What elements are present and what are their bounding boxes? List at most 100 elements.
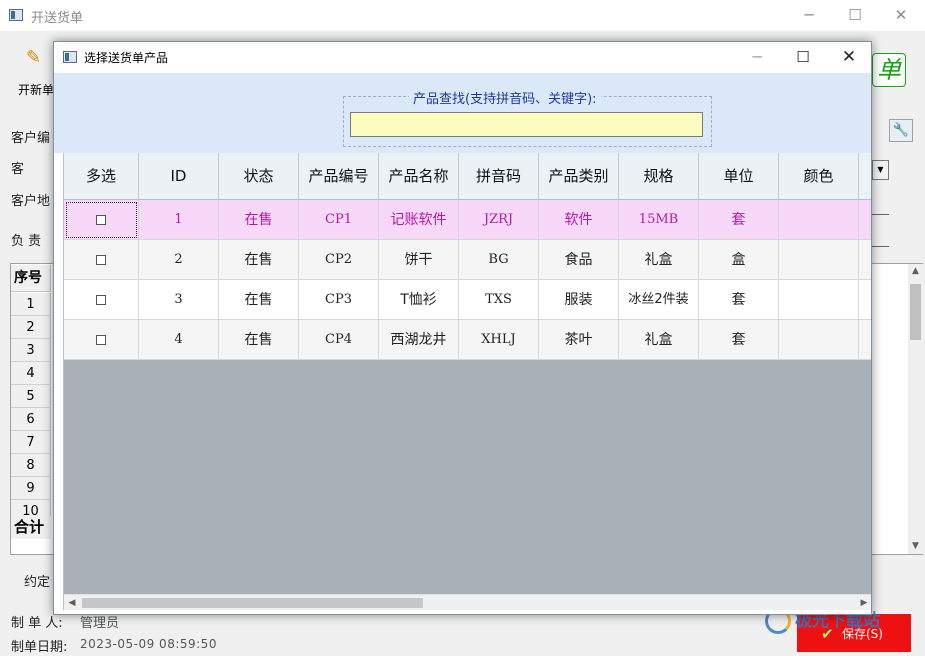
row-checkbox[interactable]	[96, 335, 106, 345]
table-row[interactable]: 4 在售 CP4 西湖龙井 XHLJ 茶叶 礼盒 套	[64, 320, 871, 360]
grid-header: 多选 ID 状态 产品编号 产品名称 拼音码 产品类别 规格 单位 颜色	[64, 153, 871, 200]
row-number: 5	[11, 385, 51, 408]
main-window-title: 开送货单	[31, 11, 84, 26]
app-window-icon	[9, 9, 23, 21]
code-cell: CP2	[299, 240, 379, 280]
agreed-label: 约定	[24, 575, 51, 590]
pinyin-cell: TXS	[459, 280, 539, 320]
grid-horizontal-scrollbar[interactable]: ◀ ▶	[64, 594, 871, 610]
person-in-charge-label: 负 责	[11, 234, 42, 249]
customer-address-label: 客户地	[11, 194, 51, 209]
category-cell: 软件	[539, 200, 619, 240]
scroll-up-icon[interactable]: ▲	[908, 264, 923, 279]
scroll-right-icon[interactable]: ▶	[856, 595, 871, 610]
color-cell	[779, 320, 859, 360]
customer-code-label: 客户编	[11, 131, 51, 146]
multiselect-cell[interactable]	[64, 200, 139, 240]
main-close-button[interactable]: ✕	[878, 4, 924, 28]
multiselect-cell[interactable]	[64, 320, 139, 360]
color-cell	[779, 240, 859, 280]
status-cell: 在售	[219, 320, 299, 360]
total-label: 合计	[11, 516, 51, 539]
search-label: 产品查找(支持拼音码、关键字):	[409, 88, 601, 107]
column-header-spec[interactable]: 规格	[619, 153, 699, 200]
column-header-unit[interactable]: 单位	[699, 153, 779, 200]
pinyin-cell: XHLJ	[459, 320, 539, 360]
dialog-maximize-button[interactable]: ☐	[780, 45, 826, 71]
table-row[interactable]: 3 在售 CP3 T恤衫 TXS 服装 冰丝2件装 套	[64, 280, 871, 320]
customer-label: 客	[11, 162, 25, 177]
column-header-id[interactable]: ID	[139, 153, 219, 200]
name-cell: 饼干	[379, 240, 459, 280]
row-number: 4	[11, 362, 51, 385]
customer-dropdown-button[interactable]: ▼	[872, 160, 889, 180]
row-number: 9	[11, 477, 51, 500]
scroll-down-icon[interactable]: ▼	[908, 539, 923, 554]
select-products-dialog: 选择送货单产品 ─ ☐ ✕ 产品查找(支持拼音码、关键字): 多选 ID 状态 …	[53, 41, 872, 615]
overflow-cell	[859, 200, 871, 240]
code-cell: CP1	[299, 200, 379, 240]
multiselect-cell[interactable]	[64, 240, 139, 280]
spec-cell: 15MB	[619, 200, 699, 240]
id-cell: 1	[139, 200, 219, 240]
main-titlebar: 开送货单 ─ ☐ ✕	[0, 0, 925, 31]
spec-cell: 冰丝2件装	[619, 280, 699, 320]
row-number: 8	[11, 454, 51, 477]
scroll-thumb[interactable]	[82, 598, 423, 608]
code-cell: CP3	[299, 280, 379, 320]
column-header-color[interactable]: 颜色	[779, 153, 859, 200]
row-number: 2	[11, 316, 51, 339]
pinyin-cell: BG	[459, 240, 539, 280]
dialog-minimize-button[interactable]: ─	[734, 45, 780, 71]
row-checkbox[interactable]	[96, 215, 106, 225]
id-cell: 4	[139, 320, 219, 360]
main-minimize-button[interactable]: ─	[786, 4, 832, 28]
status-cell: 在售	[219, 280, 299, 320]
spec-cell: 礼盒	[619, 240, 699, 280]
name-cell: 记账软件	[379, 200, 459, 240]
product-search-input[interactable]	[350, 112, 703, 137]
column-header-product-name[interactable]: 产品名称	[379, 153, 459, 200]
table-row[interactable]: 2 在售 CP2 饼干 BG 食品 礼盒 盒	[64, 240, 871, 280]
unit-cell: 套	[699, 280, 779, 320]
date-label: 制单日期:	[11, 640, 68, 655]
address-field-line	[872, 214, 889, 215]
unit-cell: 盒	[699, 240, 779, 280]
row-checkbox[interactable]	[96, 295, 106, 305]
main-maximize-button[interactable]: ☐	[832, 4, 878, 28]
multiselect-cell[interactable]	[64, 280, 139, 320]
wrench-icon: 🔧	[892, 123, 910, 138]
status-cell: 在售	[219, 240, 299, 280]
pinyin-cell: JZRJ	[459, 200, 539, 240]
pencil-icon[interactable]: ✎	[26, 47, 41, 68]
dialog-titlebar: 选择送货单产品 ─ ☐ ✕	[54, 42, 871, 73]
overflow-cell	[859, 320, 871, 360]
code-cell: CP4	[299, 320, 379, 360]
product-grid[interactable]: 多选 ID 状态 产品编号 产品名称 拼音码 产品类别 规格 单位 颜色 1 在…	[63, 153, 871, 610]
row-checkbox[interactable]	[96, 255, 106, 265]
column-header-category[interactable]: 产品类别	[539, 153, 619, 200]
column-header-status[interactable]: 状态	[219, 153, 299, 200]
column-header-product-code[interactable]: 产品编号	[299, 153, 379, 200]
scroll-left-icon[interactable]: ◀	[64, 595, 80, 610]
chevron-down-icon: ▼	[877, 165, 884, 174]
scroll-thumb[interactable]	[910, 284, 921, 340]
category-cell: 茶叶	[539, 320, 619, 360]
new-order-button[interactable]: 开新单	[18, 81, 54, 98]
product-search-area: 产品查找(支持拼音码、关键字):	[54, 73, 871, 153]
column-header-overflow	[859, 153, 871, 200]
table-row[interactable]: 1 在售 CP1 记账软件 JZRJ 软件 15MB 套	[64, 200, 871, 240]
dialog-close-button[interactable]: ✕	[826, 45, 872, 71]
color-cell	[779, 200, 859, 240]
category-cell: 服装	[539, 280, 619, 320]
dialog-window-icon	[63, 51, 77, 63]
grid-vertical-scrollbar[interactable]: ▲ ▼	[908, 264, 923, 554]
dialog-title: 选择送货单产品	[84, 51, 169, 65]
status-cell: 在售	[219, 200, 299, 240]
column-header-pinyin[interactable]: 拼音码	[459, 153, 539, 200]
order-logo: 单	[872, 53, 906, 87]
unit-cell: 套	[699, 200, 779, 240]
customer-lookup-button[interactable]: 🔧	[889, 119, 913, 142]
column-header-multiselect[interactable]: 多选	[64, 153, 139, 200]
name-cell: 西湖龙井	[379, 320, 459, 360]
